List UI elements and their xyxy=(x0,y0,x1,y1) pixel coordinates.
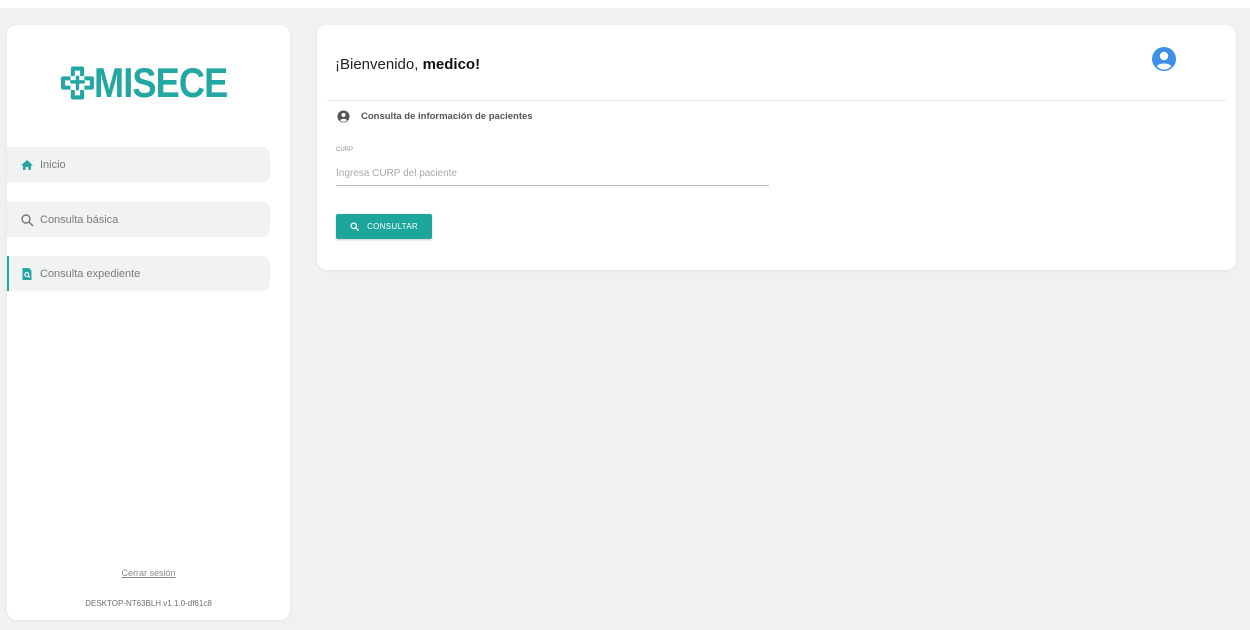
sidebar-item-label: Consulta expediente xyxy=(40,267,141,280)
sidebar-item-label: Inicio xyxy=(40,158,66,171)
header-divider xyxy=(327,100,1226,101)
greeting-text: ¡Bienvenido, xyxy=(335,56,419,73)
file-search-icon xyxy=(20,267,34,281)
page-title: ¡Bienvenido, medico! xyxy=(335,56,480,73)
section-title: Consulta de información de pacientes xyxy=(337,110,533,123)
sidebar-item-label: Consulta básica xyxy=(40,213,119,226)
search-icon xyxy=(20,213,34,227)
version-text: DESKTOP-NT63BLH v1.1.0-df61c8 xyxy=(85,599,212,608)
section-title-text: Consulta de información de pacientes xyxy=(361,111,533,122)
consultar-button-label: CONSULTAR xyxy=(367,222,418,231)
sidebar-item-consulta-expediente[interactable]: Consulta expediente xyxy=(7,256,270,291)
curp-label: CURP xyxy=(336,147,354,153)
main-card: ¡Bienvenido, medico! Consulta de informa… xyxy=(317,25,1236,270)
username-text: medico! xyxy=(422,56,481,73)
sidebar: MISECE Inicio Consulta básica Consulta e… xyxy=(7,25,290,620)
search-icon xyxy=(350,222,359,231)
logout-link[interactable]: Cerrar sesión xyxy=(7,568,290,578)
home-icon xyxy=(20,158,34,172)
cross-logo-icon xyxy=(61,66,94,100)
sidebar-item-consulta-basica[interactable]: Consulta básica xyxy=(7,202,270,237)
sidebar-item-inicio[interactable]: Inicio xyxy=(7,147,270,182)
user-circle-icon xyxy=(337,110,350,123)
brand-name: MISECE xyxy=(93,59,228,106)
user-circle-icon[interactable] xyxy=(1151,46,1177,72)
curp-input[interactable] xyxy=(336,162,769,186)
brand-logo: MISECE xyxy=(59,51,249,115)
consultar-button[interactable]: CONSULTAR xyxy=(336,214,432,239)
